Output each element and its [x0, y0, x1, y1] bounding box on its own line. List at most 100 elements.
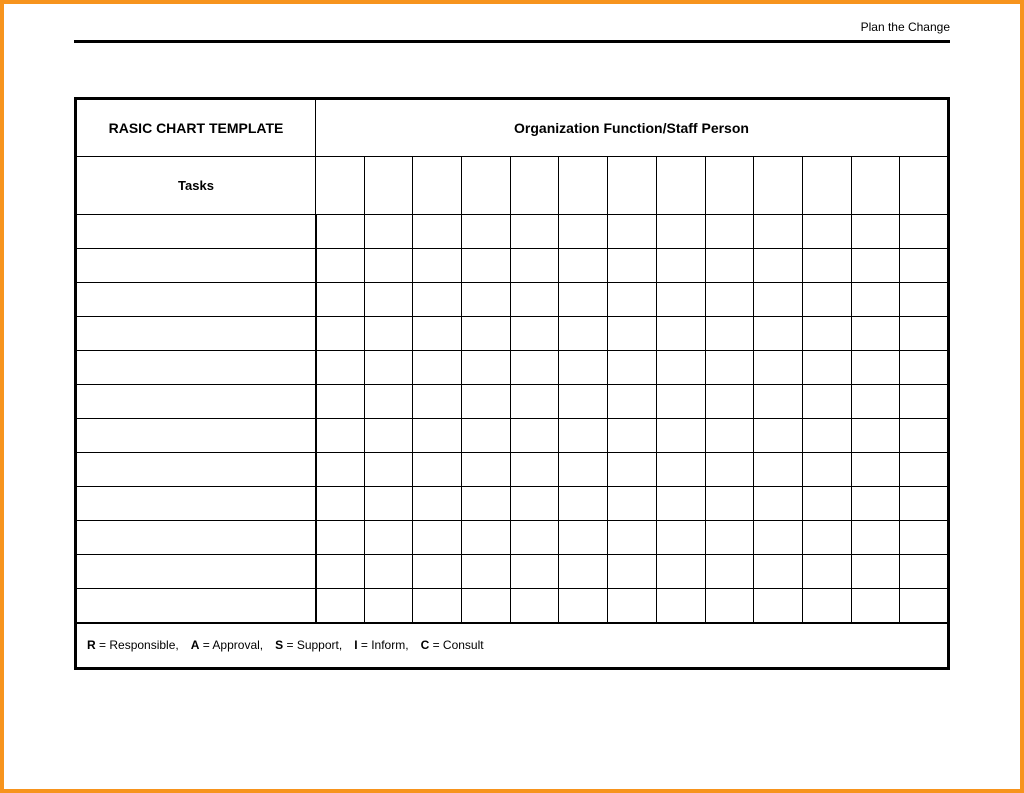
chart-title-left: RASIC CHART TEMPLATE [76, 99, 316, 157]
grid-cell [705, 487, 754, 521]
task-cell [76, 317, 316, 351]
page-content: Plan the Change RASIC CHART TEMPLATEOrga… [74, 40, 950, 670]
staff-header-cell [705, 157, 754, 215]
grid-cell [656, 487, 705, 521]
grid-cell [851, 249, 900, 283]
grid-cell [316, 521, 365, 555]
grid-cell [559, 283, 608, 317]
grid-cell [754, 351, 803, 385]
grid-cell [462, 283, 511, 317]
staff-header-cell [900, 157, 949, 215]
grid-cell [705, 521, 754, 555]
grid-cell [364, 317, 413, 351]
grid-cell [851, 283, 900, 317]
grid-cell [462, 521, 511, 555]
grid-cell [802, 283, 851, 317]
grid-cell [316, 317, 365, 351]
grid-cell [900, 453, 949, 487]
grid-cell [802, 351, 851, 385]
grid-cell [316, 215, 365, 249]
grid-cell [656, 317, 705, 351]
grid-cell [900, 419, 949, 453]
grid-cell [510, 589, 559, 623]
grid-cell [851, 555, 900, 589]
grid-cell [900, 283, 949, 317]
grid-cell [705, 351, 754, 385]
grid-cell [413, 419, 462, 453]
staff-header-cell [413, 157, 462, 215]
grid-cell [364, 419, 413, 453]
grid-cell [754, 419, 803, 453]
grid-cell [364, 589, 413, 623]
grid-cell [608, 453, 657, 487]
grid-cell [462, 215, 511, 249]
grid-cell [754, 555, 803, 589]
grid-cell [754, 317, 803, 351]
grid-cell [510, 555, 559, 589]
grid-cell [754, 487, 803, 521]
staff-header-cell [316, 157, 365, 215]
task-cell [76, 555, 316, 589]
task-cell [76, 453, 316, 487]
grid-cell [462, 453, 511, 487]
task-cell [76, 283, 316, 317]
grid-cell [802, 419, 851, 453]
grid-cell [559, 317, 608, 351]
grid-cell [364, 453, 413, 487]
grid-cell [608, 487, 657, 521]
grid-cell [559, 453, 608, 487]
grid-cell [316, 351, 365, 385]
grid-cell [705, 283, 754, 317]
grid-cell [656, 589, 705, 623]
grid-cell [802, 385, 851, 419]
grid-cell [802, 589, 851, 623]
grid-cell [754, 215, 803, 249]
grid-cell [510, 351, 559, 385]
grid-cell [705, 589, 754, 623]
grid-cell [851, 317, 900, 351]
grid-cell [316, 419, 365, 453]
task-cell [76, 351, 316, 385]
grid-cell [316, 283, 365, 317]
chart-title-right: Organization Function/Staff Person [316, 99, 949, 157]
grid-cell [705, 453, 754, 487]
grid-cell [656, 555, 705, 589]
grid-cell [900, 385, 949, 419]
grid-cell [851, 385, 900, 419]
task-cell [76, 385, 316, 419]
grid-cell [705, 385, 754, 419]
grid-cell [462, 317, 511, 351]
task-cell [76, 521, 316, 555]
task-cell [76, 419, 316, 453]
grid-cell [413, 249, 462, 283]
grid-cell [851, 487, 900, 521]
grid-cell [754, 283, 803, 317]
rasic-chart-table: RASIC CHART TEMPLATEOrganization Functio… [74, 97, 950, 670]
grid-cell [608, 555, 657, 589]
staff-header-cell [462, 157, 511, 215]
grid-cell [900, 555, 949, 589]
grid-cell [608, 521, 657, 555]
grid-cell [656, 351, 705, 385]
task-cell [76, 215, 316, 249]
grid-cell [851, 419, 900, 453]
staff-header-cell [608, 157, 657, 215]
grid-cell [510, 487, 559, 521]
grid-cell [754, 453, 803, 487]
grid-cell [364, 249, 413, 283]
grid-cell [316, 453, 365, 487]
staff-header-cell [802, 157, 851, 215]
grid-cell [802, 317, 851, 351]
grid-cell [802, 487, 851, 521]
staff-header-cell [851, 157, 900, 215]
staff-header-cell [656, 157, 705, 215]
grid-cell [413, 487, 462, 521]
grid-cell [754, 521, 803, 555]
grid-cell [462, 589, 511, 623]
grid-cell [608, 419, 657, 453]
grid-cell [900, 351, 949, 385]
grid-cell [462, 419, 511, 453]
task-cell [76, 487, 316, 521]
grid-cell [754, 589, 803, 623]
grid-cell [608, 249, 657, 283]
